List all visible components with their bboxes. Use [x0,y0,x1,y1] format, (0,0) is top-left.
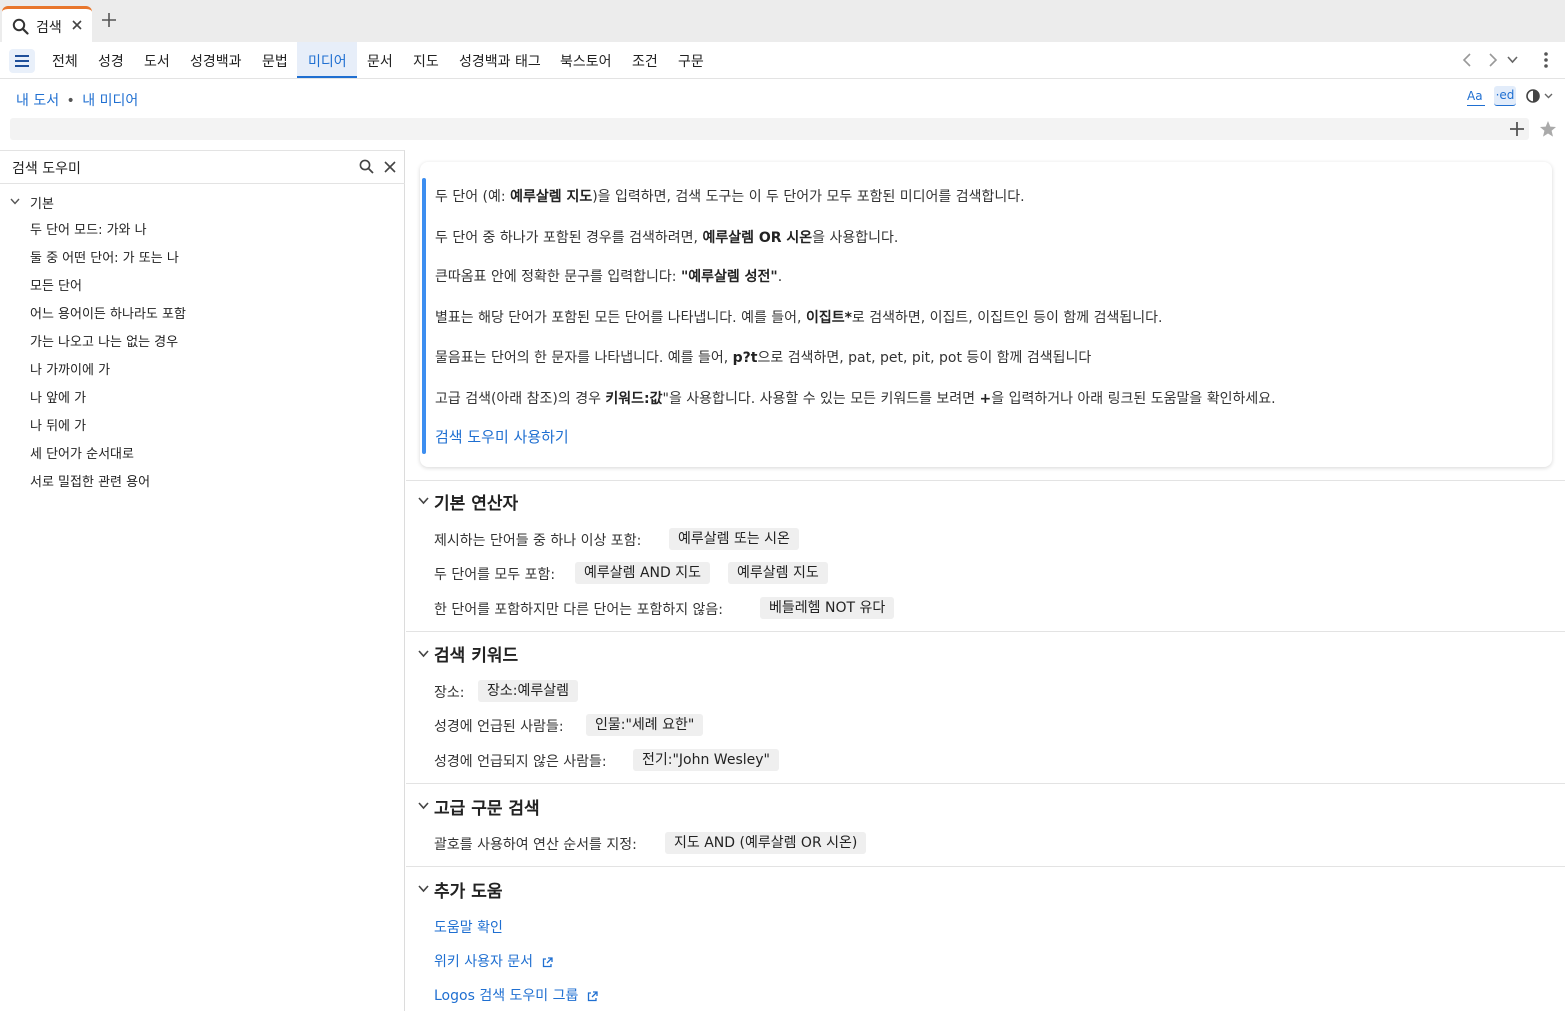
chevron-down-icon[interactable] [418,885,429,893]
use-search-helper-link[interactable]: 검색 도우미 사용하기 [435,426,569,447]
chevron-down-icon[interactable] [10,198,20,205]
breadcrumb-media[interactable]: 내 미디어 [82,93,138,109]
example-chip[interactable]: 예루살렘 AND 지도 [575,562,711,584]
list-item[interactable]: 서로 밀접한 관련 용어 [30,471,150,490]
edit-mode-button[interactable]: ·ed [1494,86,1516,106]
tab-bible[interactable]: 성경 [98,51,124,71]
tree-group-basic[interactable]: 기본 [30,193,54,212]
tab-media[interactable]: 미디어 [308,51,347,71]
chevron-down-icon[interactable] [418,650,429,658]
tab-documents[interactable]: 문서 [367,51,393,71]
row-label: 괄호를 사용하여 연산 순서를 지정: [434,837,637,853]
list-item[interactable]: 세 단어가 순서대로 [30,443,134,462]
info-question-mark: 물음표는 단어의 한 문자를 나타냅니다. 예를 들어, p?t으로 검색하면,… [435,350,1092,366]
example-chip[interactable]: 인물:"세례 요한" [586,714,704,736]
info-two-words: 두 단어 (예: 예루살렘 지도)을 입력하면, 검색 도구는 이 두 단어가 … [435,189,1025,205]
row-label: 성경에 언급되지 않은 사람들: [434,754,607,770]
example-chip[interactable]: 예루살렘 지도 [728,562,828,584]
chevron-down-icon[interactable] [1507,56,1518,64]
row-label: 제시하는 단어들 중 하나 이상 포함: [434,533,642,549]
wiki-link[interactable]: 위키 사용자 문서 [434,951,553,971]
divider [406,631,1565,632]
tab-maps[interactable]: 지도 [413,51,439,71]
tab-search[interactable]: 검색 [2,6,92,42]
row-label: 한 단어를 포함하지만 다른 단어는 포함하지 않음: [434,602,724,618]
breadcrumb-separator: • [66,93,75,109]
tab-bookstore[interactable]: 북스토어 [560,51,612,71]
list-item[interactable]: 나 뒤에 가 [30,415,86,434]
sidebar-header: 검색 도우미 [0,151,405,184]
section-title-more-help[interactable]: 추가 도움 [434,877,502,902]
more-options-icon[interactable] [1543,51,1549,69]
list-item[interactable]: 모든 단어 [30,275,82,294]
search-helper-sidebar: 검색 도우미 기본 두 단어 모드: 가와 나 둘 중 어떤 단어: 가 또는 … [0,150,405,1011]
divider [406,480,1565,481]
example-chip[interactable]: 베들레헴 NOT 유다 [760,597,895,619]
list-item[interactable]: 나 앞에 가 [30,387,86,406]
category-nav: 전체 성경 도서 성경백과 문법 미디어 문서 지도 성경백과 태그 북스토어 … [0,42,1565,79]
info-or: 두 단어 중 하나가 포함된 경우를 검색하려면, 예루살렘 OR 시온을 사용… [435,230,899,246]
info-accent-bar [422,178,426,454]
logos-group-link[interactable]: Logos 검색 도우미 그룹 [434,985,598,1005]
font-size-button[interactable]: Aa [1467,88,1485,106]
section-title-keywords[interactable]: 검색 키워드 [434,641,518,666]
main-content: 두 단어 (예: 예루살렘 지도)을 입력하면, 검색 도구는 이 두 단어가 … [406,150,1565,1011]
info-quotes: 큰따옴표 안에 정확한 문구를 입력합니다: "예루살렘 성전". [435,269,783,285]
theme-icon[interactable] [1525,88,1553,104]
search-icon[interactable] [359,159,374,174]
external-link-icon [587,990,598,1002]
row-label: 성경에 언급된 사람들: [434,719,564,735]
menu-button[interactable] [9,49,35,73]
section-title-advanced[interactable]: 고급 구문 검색 [434,794,540,819]
row-label: 장소: [434,685,465,701]
tab-label: 검색 [36,20,62,36]
breadcrumb-library[interactable]: 내 도서 [16,93,59,109]
info-card: 두 단어 (예: 예루살렘 지도)을 입력하면, 검색 도구는 이 두 단어가 … [420,162,1552,467]
tab-grammar[interactable]: 문법 [262,51,288,71]
tab-books[interactable]: 도서 [144,51,170,71]
close-icon[interactable] [71,19,83,31]
chevron-down-icon[interactable] [418,802,429,810]
search-icon [12,18,29,35]
star-icon[interactable] [1539,120,1557,138]
tab-conditions[interactable]: 조건 [632,51,658,71]
list-item[interactable]: 어느 용어이든 하나라도 포함 [30,303,186,322]
logos-group-link-label: Logos 검색 도우미 그룹 [434,988,579,1004]
row-label: 두 단어를 모두 포함: [434,567,556,583]
wiki-link-label: 위키 사용자 문서 [434,954,534,970]
list-item[interactable]: 나 가까이에 가 [30,359,110,378]
example-chip[interactable]: 예루살렘 또는 시온 [669,528,799,550]
hamburger-icon [14,54,30,68]
tab-all[interactable]: 전체 [52,51,78,71]
chevron-left-icon[interactable] [1462,53,1472,67]
help-link[interactable]: 도움말 확인 [434,917,503,937]
external-link-icon [542,956,553,968]
example-chip[interactable]: 전기:"John Wesley" [633,749,779,771]
example-chip[interactable]: 지도 AND (예루살렘 OR 시온) [665,832,867,854]
divider [406,783,1565,784]
example-chip[interactable]: 장소:예루살렘 [478,680,578,702]
chevron-down-icon[interactable] [418,497,429,505]
tab-syntax[interactable]: 구문 [678,51,704,71]
list-item[interactable]: 두 단어 모드: 가와 나 [30,219,147,238]
info-asterisk: 별표는 해당 단어가 포함된 모든 단어를 나타냅니다. 예를 들어, 이집트*… [435,310,1163,326]
search-input[interactable] [10,118,1529,140]
sidebar-title: 검색 도우미 [12,161,81,177]
close-icon[interactable] [384,161,396,173]
new-tab-button[interactable] [101,12,117,28]
chevron-right-icon[interactable] [1488,53,1498,67]
divider [406,866,1565,867]
add-icon[interactable] [1509,121,1525,137]
tab-encyclopedia-tags[interactable]: 성경백과 태그 [459,51,541,71]
tab-strip: 검색 [0,0,1565,42]
breadcrumb: 내 도서 • 내 미디어 [16,90,138,110]
section-title-basic[interactable]: 기본 연산자 [434,489,518,514]
tab-encyclopedia[interactable]: 성경백과 [190,51,242,71]
list-item[interactable]: 둘 중 어떤 단어: 가 또는 나 [30,247,179,266]
list-item[interactable]: 가는 나오고 나는 없는 경우 [30,331,178,350]
info-advanced: 고급 검색(아래 참조)의 경우 키워드:값"을 사용합니다. 사용할 수 있는… [435,391,1276,407]
